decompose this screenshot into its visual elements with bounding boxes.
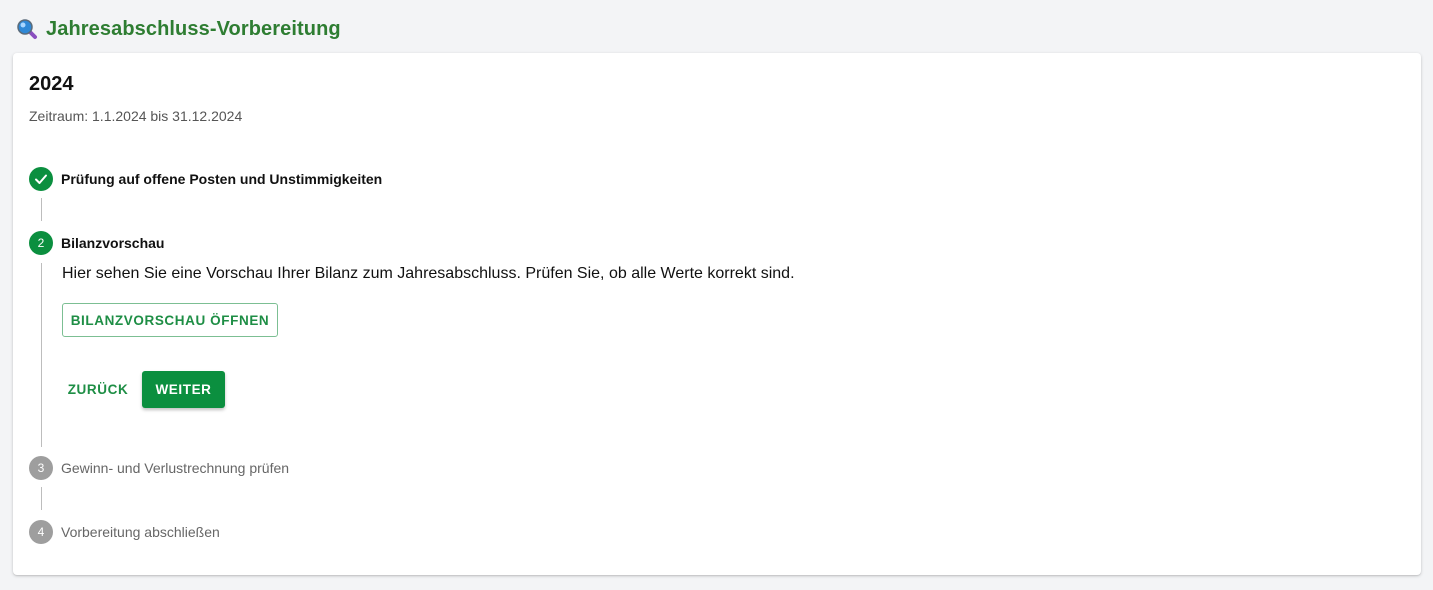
step-4-circle: 4 xyxy=(29,520,53,544)
step-3-circle: 3 xyxy=(29,456,53,480)
magnifier-icon xyxy=(16,18,38,40)
page-header: Jahresabschluss-Vorbereitung xyxy=(16,16,341,42)
step-1-check-icon xyxy=(29,167,53,191)
page-title: Jahresabschluss-Vorbereitung xyxy=(46,17,341,40)
step-connector xyxy=(41,263,42,447)
step-2-label: Bilanzvorschau xyxy=(61,235,165,251)
stepper-card: 2024 Zeitraum: 1.1.2024 bis 31.12.2024 P… xyxy=(13,53,1421,575)
back-button[interactable]: ZURÜCK xyxy=(62,371,134,407)
step-connector xyxy=(41,487,42,510)
open-balance-preview-button[interactable]: BILANZVORSCHAU ÖFFNEN xyxy=(62,303,278,337)
year-heading: 2024 xyxy=(29,73,74,95)
period-text: Zeitraum: 1.1.2024 bis 31.12.2024 xyxy=(29,108,243,124)
step-connector xyxy=(41,198,42,221)
step-4-label: Vorbereitung abschließen xyxy=(61,524,220,540)
step-2-circle: 2 xyxy=(29,231,53,255)
step-3-label: Gewinn- und Verlustrechnung prüfen xyxy=(61,460,290,476)
next-button[interactable]: WEITER xyxy=(142,371,225,408)
step-2-description: Hier sehen Sie eine Vorschau Ihrer Bilan… xyxy=(62,265,795,282)
step-1-label: Prüfung auf offene Posten und Unstimmigk… xyxy=(61,171,383,187)
